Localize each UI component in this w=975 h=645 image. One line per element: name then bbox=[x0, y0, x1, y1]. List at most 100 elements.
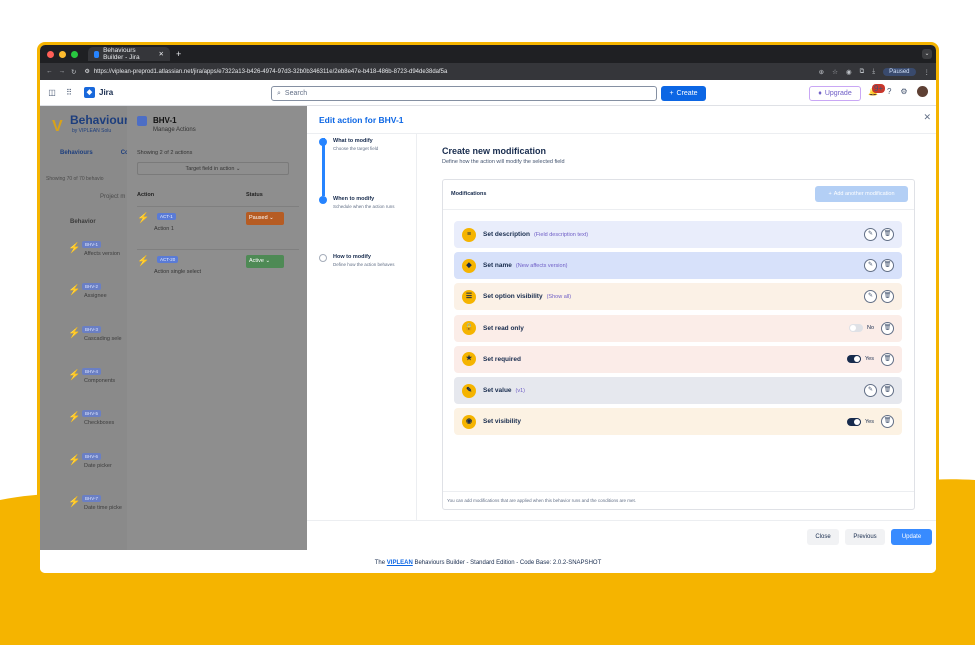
step-complete-icon bbox=[319, 138, 327, 146]
step-pending-icon bbox=[319, 254, 327, 262]
extensions-puzzle-icon[interactable]: ⧉ bbox=[860, 68, 865, 76]
status-dropdown[interactable]: Active ⌄ bbox=[246, 255, 284, 268]
doc-icon: ≡ bbox=[462, 227, 476, 242]
help-icon[interactable]: ? bbox=[887, 87, 891, 96]
modifications-footnote: You can add modifications that are appli… bbox=[443, 491, 914, 509]
list-item[interactable]: ⚡ BHV-6 Date picker bbox=[68, 453, 112, 469]
status-value: Active bbox=[249, 258, 264, 264]
zoom-icon[interactable]: ⊕ bbox=[819, 68, 824, 76]
step-description: Schedule when the action runs bbox=[333, 204, 395, 209]
behaviour-name: Affects version bbox=[84, 251, 120, 257]
target-field-select[interactable]: Target field in action ⌄ bbox=[137, 162, 289, 175]
avatar[interactable] bbox=[916, 86, 928, 97]
maximize-window-dot[interactable] bbox=[71, 50, 78, 58]
project-filter[interactable]: Project m bbox=[100, 194, 125, 200]
edit-icon[interactable]: ✎ bbox=[864, 259, 877, 273]
notifications-bell-icon[interactable]: 🔔9+ bbox=[868, 84, 886, 96]
modification-name: Set required bbox=[483, 355, 521, 363]
upgrade-button[interactable]: ♦ Upgrade bbox=[809, 86, 861, 101]
create-label: Create bbox=[676, 90, 698, 97]
modification-row[interactable]: ✎ Set value (v1) ✎ 🗑 bbox=[454, 377, 902, 404]
list-item[interactable]: ⚡ BHV-3 Cascading sele bbox=[68, 326, 122, 342]
status-dropdown[interactable]: Paused ⌄ bbox=[246, 212, 284, 225]
toggle-switch[interactable] bbox=[847, 417, 862, 426]
action-column-header: Action bbox=[137, 192, 155, 198]
delete-icon[interactable]: 🗑 bbox=[881, 384, 894, 397]
toggle-switch[interactable] bbox=[848, 324, 863, 333]
table-row[interactable]: ⚡ ACT-1 Action 1 Paused ⌄ bbox=[137, 206, 299, 248]
url-field[interactable]: ⚙ https://viplean-preprod1.atlassian.net… bbox=[84, 68, 784, 76]
list-item[interactable]: ⚡ BHV-4 Components bbox=[68, 368, 115, 384]
edit-icon[interactable]: ✎ bbox=[864, 228, 877, 241]
table-row[interactable]: ⚡ ACT-20 Action single select Active ⌄ bbox=[137, 249, 299, 291]
modification-row[interactable]: ◉ Set visibility Yes 🗑 bbox=[454, 408, 902, 436]
jira-product-name: Jira bbox=[99, 88, 114, 97]
step-description: Choose the target field bbox=[333, 146, 379, 151]
bookmark-star-icon[interactable]: ☆ bbox=[832, 68, 838, 76]
reload-icon[interactable]: ↻ bbox=[71, 68, 76, 76]
minimize-window-dot[interactable] bbox=[59, 50, 66, 58]
close-window-dot[interactable] bbox=[47, 50, 54, 58]
edit-icon[interactable]: ✎ bbox=[864, 384, 877, 397]
modal-title: Edit action for BHV-1 bbox=[319, 115, 404, 125]
search-input[interactable]: ⌕ Search bbox=[271, 86, 657, 101]
behaviour-icon: ⚡ bbox=[68, 328, 81, 339]
modification-row[interactable]: ≡ Set description (Field description text)… bbox=[454, 221, 902, 248]
download-icon[interactable]: ⤓ bbox=[872, 68, 875, 76]
profile-paused-button[interactable]: Paused bbox=[883, 67, 916, 76]
modification-content: Create new modification Define how the a… bbox=[417, 134, 936, 520]
jira-logo-icon: ◆ bbox=[84, 87, 95, 98]
plus-icon: + bbox=[669, 90, 674, 97]
delete-icon[interactable]: 🗑 bbox=[881, 228, 894, 241]
app-switcher-icon[interactable]: ⠿ bbox=[64, 88, 74, 98]
modification-row[interactable]: ◆ Set name (New affects version) ✎ 🗑 bbox=[454, 252, 902, 280]
tab-search-chevron-icon[interactable]: ⌄ bbox=[922, 49, 932, 59]
delete-icon[interactable]: 🗑 bbox=[881, 415, 894, 429]
forward-icon[interactable]: → bbox=[59, 68, 66, 75]
modification-row[interactable]: ★ Set required Yes 🗑 bbox=[454, 345, 902, 373]
modification-row[interactable]: ☰ Set option visibility (Show all) ✎ 🗑 bbox=[454, 283, 902, 311]
list-item[interactable]: ⚡ BHV-7 Date time picke bbox=[68, 495, 122, 511]
update-button[interactable]: Update bbox=[891, 529, 932, 545]
delete-icon[interactable]: 🗑 bbox=[881, 321, 894, 335]
delete-icon[interactable]: 🗑 bbox=[881, 352, 894, 366]
toggle-switch[interactable] bbox=[847, 355, 862, 364]
previous-button[interactable]: Previous bbox=[845, 529, 885, 545]
search-icon: ⌕ bbox=[277, 89, 281, 97]
jira-logo[interactable]: ◆ Jira bbox=[84, 87, 113, 98]
dimmed-background-app: V Behaviour by VIPLEAN Solu Behaviours C… bbox=[40, 106, 307, 550]
create-button[interactable]: + Create bbox=[661, 86, 706, 101]
modification-name: Set option visibility bbox=[483, 293, 543, 301]
target-field-select-value: Target field in action bbox=[185, 166, 235, 172]
plus-icon: + bbox=[828, 191, 832, 197]
back-icon[interactable]: ← bbox=[46, 68, 53, 75]
close-icon[interactable]: ✕ bbox=[923, 112, 931, 123]
extension-icon[interactable]: ◉ bbox=[846, 68, 852, 76]
footer-prefix: The bbox=[374, 560, 386, 566]
action-icon: ⚡ bbox=[137, 213, 150, 224]
edit-icon[interactable]: ✎ bbox=[864, 290, 877, 304]
list-item[interactable]: ⚡ BHV-5 Checkboxes bbox=[68, 410, 114, 426]
delete-icon[interactable]: 🗑 bbox=[881, 259, 894, 273]
list-item[interactable]: ⚡ BHV-1 Affects version bbox=[68, 241, 120, 257]
close-tab-icon[interactable]: ✕ bbox=[159, 50, 164, 58]
delete-icon[interactable]: 🗑 bbox=[881, 290, 894, 304]
list-item[interactable]: ⚡ BHV-2 Assignee bbox=[68, 283, 107, 299]
add-modification-button[interactable]: + Add another modification bbox=[815, 186, 908, 202]
site-settings-icon[interactable]: ⚙ bbox=[84, 68, 89, 75]
tab-behaviours[interactable]: Behaviours bbox=[60, 150, 93, 156]
modification-name: Set read only bbox=[483, 324, 524, 332]
behaviour-key: BHV-2 bbox=[82, 283, 102, 290]
modification-name: Set name bbox=[483, 262, 512, 270]
behaviour-icon: ⚡ bbox=[68, 497, 81, 508]
close-button[interactable]: Close bbox=[807, 529, 839, 545]
browser-menu-icon[interactable]: ⋮ bbox=[924, 68, 931, 76]
modification-row[interactable]: 🔒 Set read only No 🗑 bbox=[454, 314, 902, 342]
viplean-link[interactable]: VIPLEAN bbox=[387, 560, 413, 566]
new-tab-icon[interactable]: + bbox=[176, 49, 181, 59]
sidebar-toggle-icon[interactable]: ◫ bbox=[47, 88, 57, 98]
modal-footer: Close Previous Update bbox=[307, 520, 936, 550]
lock-icon: 🔒 bbox=[462, 321, 476, 336]
settings-gear-icon[interactable]: ⚙ bbox=[900, 87, 907, 96]
browser-tab[interactable]: Behaviours Builder - Jira ✕ bbox=[88, 47, 170, 61]
